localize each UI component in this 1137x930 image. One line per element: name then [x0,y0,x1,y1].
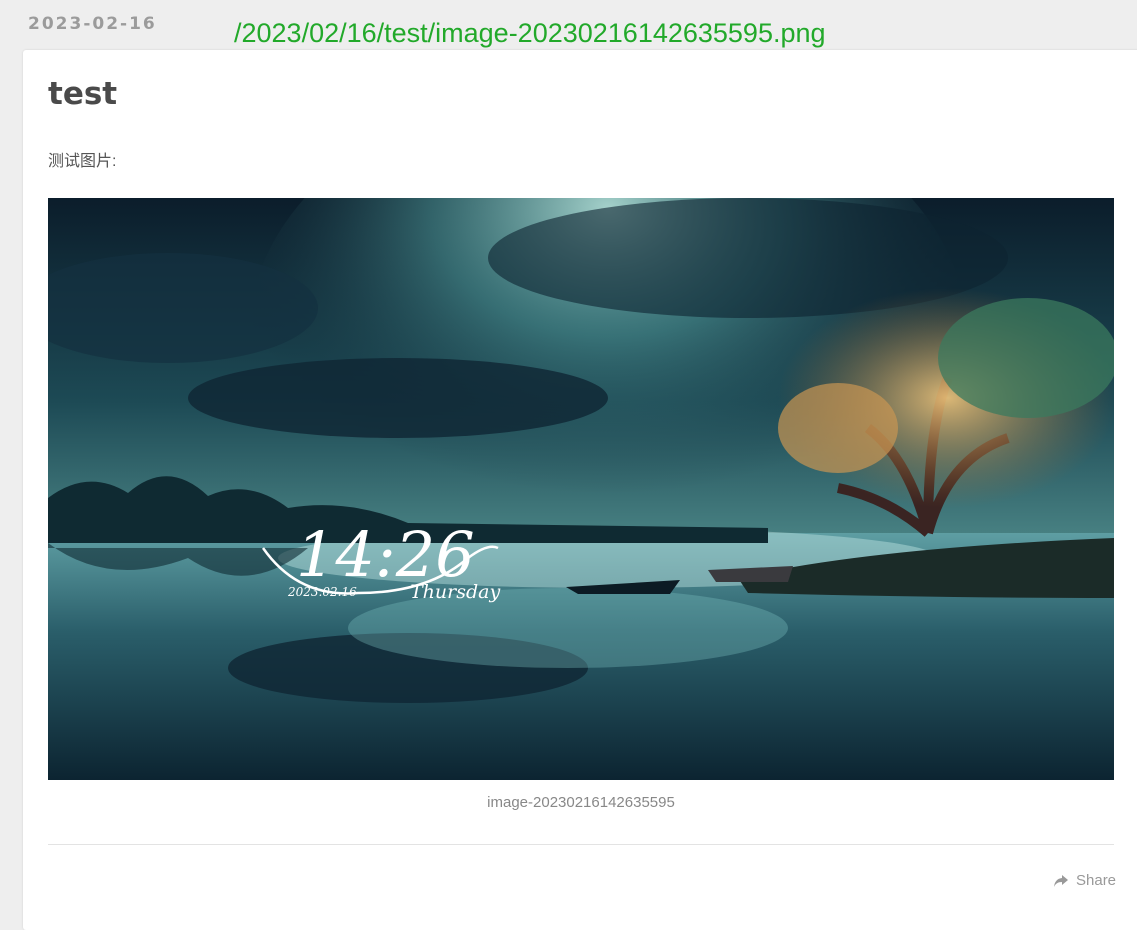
post-image[interactable]: 14:26 2023.02.16 Thursday [48,198,1114,780]
share-icon [1054,874,1068,887]
post-body-text: 测试图片: [48,153,117,170]
image-caption: image-20230216142635595 [487,794,675,811]
post-date: 2023-02-16 [28,14,157,34]
share-button[interactable]: Share [1053,872,1116,889]
clock-weekday-overlay: Thursday [410,581,500,603]
post-title[interactable]: test [48,76,117,112]
divider [48,844,1114,845]
share-label: Share [1076,872,1117,889]
clock-date-overlay: 2023.02.16 [287,585,357,599]
annotation-path-label: /2023/02/16/test/image-20230216142635595… [234,18,826,48]
landscape-illustration: 14:26 2023.02.16 Thursday [48,198,1114,780]
post-card: test 测试图片: 14:26 2023.02.16 Thursday ima… [23,50,1137,930]
